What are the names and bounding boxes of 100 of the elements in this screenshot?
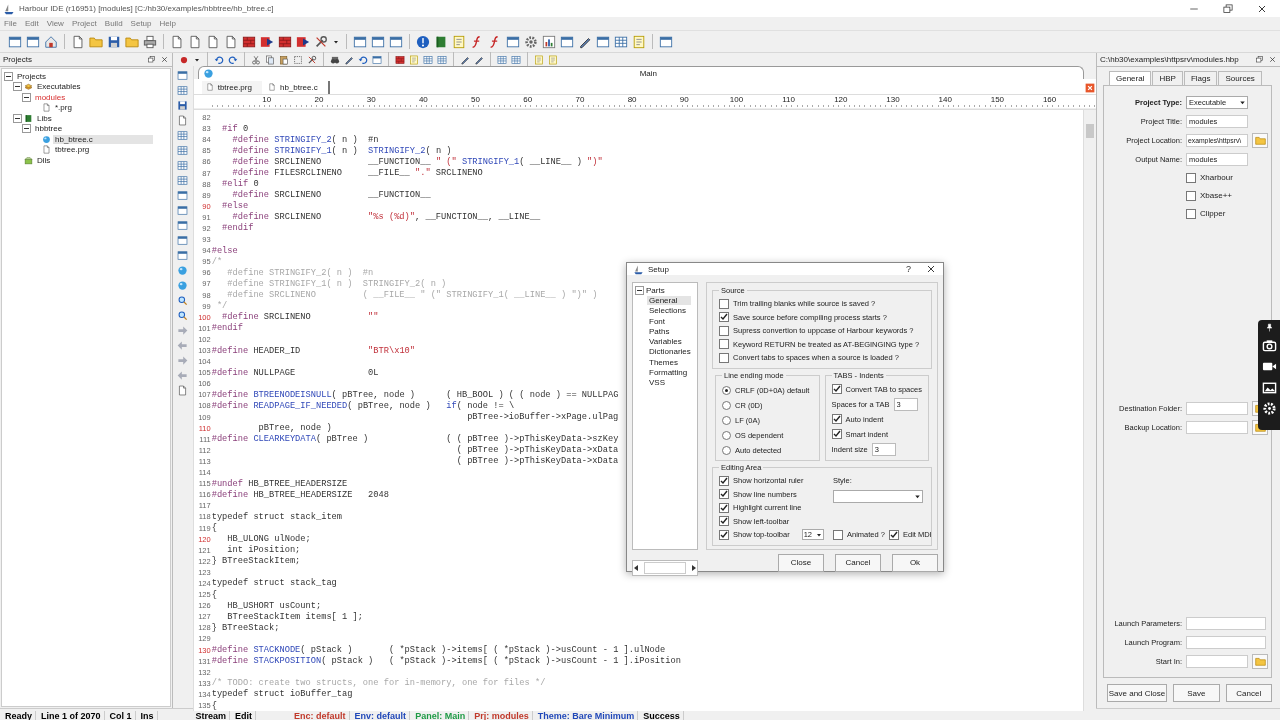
window-icon[interactable] [8, 34, 22, 49]
restore-icon[interactable] [1255, 55, 1264, 64]
checkbox[interactable] [719, 489, 729, 500]
collapse-icon[interactable] [22, 124, 31, 134]
text-field[interactable] [1186, 402, 1248, 415]
radio-button[interactable] [722, 385, 731, 395]
file-tab[interactable]: tbtree.prg [201, 81, 262, 94]
window-icon[interactable] [353, 34, 367, 49]
restore-icon[interactable] [1222, 2, 1234, 15]
tree-item[interactable]: Font [647, 316, 667, 326]
window-icon[interactable] [560, 34, 574, 49]
window-icon[interactable] [177, 70, 189, 81]
gear-icon[interactable] [524, 34, 538, 49]
checkbox[interactable] [719, 529, 729, 540]
document-icon[interactable] [170, 34, 184, 49]
tree-item[interactable]: Formatting [647, 368, 690, 377]
floppy-icon[interactable] [177, 100, 189, 111]
checkbox[interactable] [719, 339, 729, 350]
table-icon[interactable] [436, 54, 447, 65]
tools-icon[interactable] [306, 54, 317, 65]
checkbox[interactable] [719, 312, 729, 323]
window-icon[interactable] [177, 235, 189, 246]
checkbox[interactable] [831, 429, 842, 439]
pin-icon[interactable] [1264, 323, 1274, 332]
checkbox[interactable] [719, 475, 729, 486]
close-icon[interactable] [159, 55, 169, 64]
tree-item[interactable]: Executables [35, 82, 83, 92]
globe-icon[interactable] [177, 280, 189, 291]
tab[interactable]: Sources [1218, 71, 1262, 85]
table-icon[interactable] [510, 54, 521, 65]
printer-icon[interactable] [143, 34, 157, 49]
menu-item[interactable]: Build [104, 19, 123, 28]
brick-icon[interactable] [278, 34, 292, 49]
text-field[interactable] [1186, 421, 1248, 434]
brick-icon[interactable] [242, 34, 256, 49]
radio-button[interactable] [722, 415, 731, 425]
table-icon[interactable] [177, 145, 189, 156]
tree-item[interactable]: hb_btree.c [53, 134, 153, 144]
redo-icon[interactable] [227, 54, 238, 65]
form-button[interactable]: Save [1173, 684, 1220, 702]
window-icon[interactable] [659, 34, 673, 49]
checkbox[interactable] [719, 352, 729, 363]
globe-icon[interactable] [177, 265, 189, 276]
tree-item[interactable]: Themes [647, 357, 680, 367]
tab[interactable]: General [1109, 71, 1152, 85]
close-icon[interactable] [925, 263, 937, 275]
paste-icon[interactable] [278, 54, 289, 65]
menu-item[interactable]: Edit [24, 19, 39, 28]
checkbox[interactable] [719, 298, 729, 309]
tree-item[interactable]: Dictionaries [647, 347, 693, 357]
help-button[interactable]: ? [896, 264, 921, 274]
collapse-icon[interactable] [13, 82, 22, 92]
window-icon[interactable] [177, 250, 189, 261]
collapse-icon[interactable] [13, 113, 22, 123]
document-icon[interactable] [177, 385, 189, 396]
brick-icon[interactable] [394, 54, 405, 65]
restore-icon[interactable] [146, 55, 156, 64]
tree-item[interactable]: modules [33, 92, 68, 102]
camera-icon[interactable] [1261, 338, 1277, 353]
document-icon[interactable] [188, 34, 202, 49]
tree-item[interactable]: Libs [35, 113, 54, 123]
collapse-icon[interactable] [4, 71, 13, 81]
radio-button[interactable] [722, 400, 731, 410]
image-icon[interactable] [1261, 380, 1277, 395]
window-icon[interactable] [26, 34, 40, 49]
tab[interactable]: Flags [1183, 71, 1218, 85]
binoculars-icon[interactable] [329, 54, 340, 65]
tree-item[interactable]: Paths [647, 326, 672, 336]
tree-item[interactable]: Projects [15, 71, 48, 81]
record-icon[interactable] [178, 54, 189, 65]
checkbox[interactable] [1186, 190, 1196, 201]
close-icon[interactable] [1268, 55, 1277, 64]
checkbox[interactable] [888, 529, 899, 540]
tree-item[interactable]: VSS [647, 378, 667, 388]
scissors-icon[interactable] [250, 54, 261, 65]
window-icon[interactable] [177, 205, 189, 216]
window-icon[interactable] [389, 34, 403, 49]
table-icon[interactable] [614, 34, 628, 49]
document-icon[interactable] [206, 34, 220, 49]
undo-icon[interactable] [357, 54, 368, 65]
tree-item[interactable]: *.prg [53, 103, 74, 113]
tree-item[interactable]: Selections [647, 306, 688, 316]
checkbox[interactable] [719, 502, 729, 513]
checkbox[interactable] [831, 414, 842, 424]
table-icon[interactable] [177, 175, 189, 186]
dialog-button[interactable]: Ok [892, 553, 938, 572]
dialog-button[interactable]: Cancel [835, 553, 881, 572]
menu-item[interactable]: Help [159, 19, 176, 28]
run-icon[interactable] [296, 34, 310, 49]
document-icon[interactable] [177, 115, 189, 126]
menu-item[interactable]: Project [71, 19, 97, 28]
menu-item[interactable]: View [46, 19, 64, 28]
text-field[interactable] [1186, 635, 1266, 649]
window-icon[interactable] [506, 34, 520, 49]
copy-icon[interactable] [264, 54, 275, 65]
tree-item[interactable]: Dlls [35, 155, 53, 165]
window-icon[interactable] [371, 34, 385, 49]
window-icon[interactable] [596, 34, 610, 49]
floppy-icon[interactable] [107, 34, 121, 49]
text-field[interactable] [1186, 654, 1248, 668]
